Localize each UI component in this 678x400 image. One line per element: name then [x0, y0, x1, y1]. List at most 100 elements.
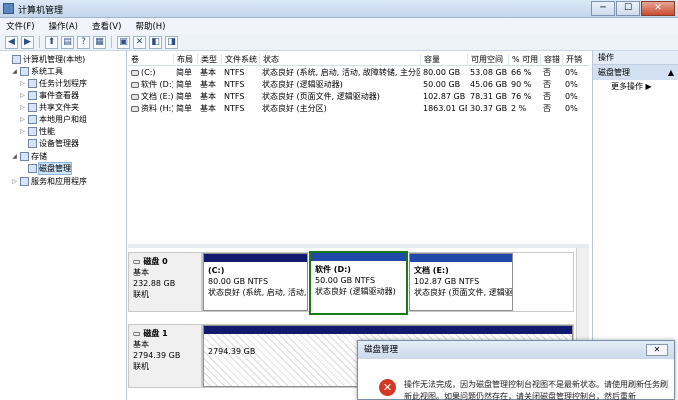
- help-icon[interactable]: ?: [77, 35, 90, 49]
- column-free-space[interactable]: 可用空间: [467, 54, 508, 66]
- layout-cell: 简单: [176, 104, 192, 113]
- clock-icon: [28, 79, 37, 88]
- tree-item-storage[interactable]: ◢ 存储: [11, 151, 47, 162]
- menu-help[interactable]: 帮助(H): [135, 20, 165, 32]
- refresh-icon[interactable]: ▦: [93, 35, 106, 49]
- menu-view[interactable]: 查看(V): [92, 20, 121, 32]
- disk-type: 基本: [133, 268, 149, 277]
- volume-name: 文档 (E:): [141, 92, 173, 101]
- free-space-cell: 78.31 GB: [470, 92, 508, 101]
- expand-icon[interactable]: ▷: [19, 78, 26, 89]
- column-filesystem[interactable]: 文件系统: [221, 54, 259, 66]
- menu-bar: 文件(F) 操作(A) 查看(V) 帮助(H): [0, 18, 678, 34]
- drive-icon: [131, 69, 139, 76]
- partition-label: (C:): [208, 266, 225, 275]
- column-volume[interactable]: 卷: [128, 54, 173, 66]
- properties-icon[interactable]: ▣: [117, 35, 130, 49]
- disk-name: 磁盘 0: [143, 257, 168, 266]
- close-button[interactable]: ✕: [641, 1, 675, 16]
- disk-1-info[interactable]: ▭ 磁盘 1 基本 2794.39 GB 联机: [128, 324, 202, 388]
- overhead-cell: 0%: [565, 80, 578, 89]
- menu-file[interactable]: 文件(F): [6, 20, 35, 32]
- tree-item-label: 存储: [31, 152, 47, 161]
- tree-item-label: 本地用户和组: [39, 115, 87, 124]
- disk-0-info[interactable]: ▭ 磁盘 0 基本 232.88 GB 联机: [128, 252, 202, 312]
- minimize-button[interactable]: ─: [591, 1, 615, 16]
- maximize-button[interactable]: ☐: [616, 1, 640, 16]
- collapse-icon[interactable]: ◢: [11, 151, 18, 162]
- tree-item-disk-management[interactable]: 磁盘管理: [19, 162, 72, 175]
- expand-icon[interactable]: ▷: [19, 102, 26, 113]
- column-type[interactable]: 类型: [197, 54, 221, 66]
- overhead-cell: 0%: [565, 104, 578, 113]
- collapse-icon[interactable]: ◢: [11, 66, 18, 77]
- expand-icon[interactable]: ▷: [19, 114, 26, 125]
- expand-icon[interactable]: ▷: [11, 176, 18, 187]
- filesystem-cell: NTFS: [224, 80, 245, 89]
- column-layout[interactable]: 布局: [173, 54, 197, 66]
- partition-c[interactable]: (C:) 80.00 GB NTFS 状态良好 (系统, 启动, 活动,: [203, 253, 308, 311]
- partition-size: 50.00 GB NTFS: [315, 276, 376, 285]
- tree-item-services-apps[interactable]: ▷ 服务和应用程序: [11, 176, 87, 187]
- disk-status: 联机: [133, 290, 149, 299]
- tree-item-event-viewer[interactable]: ▷ 事件查看器: [19, 90, 79, 101]
- expand-icon[interactable]: ▷: [19, 126, 26, 137]
- show-tree-icon[interactable]: ▤: [61, 35, 74, 49]
- back-arrow-icon[interactable]: ◀: [5, 35, 18, 49]
- toolbar-divider: [39, 36, 40, 48]
- volume-list: 卷 布局 类型 文件系统 状态 容量 可用空间 % 可用 容错 开销 (C:) …: [128, 51, 589, 244]
- column-overhead[interactable]: 开销: [562, 54, 589, 66]
- tree-item-local-users[interactable]: ▷ 本地用户和组: [19, 114, 87, 125]
- tree-item-shared-folders[interactable]: ▷ 共享文件夹: [19, 102, 79, 113]
- tree-item-performance[interactable]: ▷ 性能: [19, 126, 55, 137]
- tree-item-label: 磁盘管理: [38, 162, 72, 175]
- tree-item-label: 事件查看器: [39, 91, 79, 100]
- tree-item-computer-management[interactable]: 计算机管理(本地): [3, 54, 85, 65]
- actions-section-disk-management[interactable]: 磁盘管理 ▲: [593, 65, 678, 80]
- table-row[interactable]: 文档 (E:) 简单 基本 NTFS 状态良好 (页面文件, 逻辑驱动器) 10…: [128, 91, 589, 103]
- more-actions-item[interactable]: 更多操作 ▶: [593, 80, 678, 94]
- tree-item-task-scheduler[interactable]: ▷ 任务计划程序: [19, 78, 87, 89]
- actions-section-label: 磁盘管理: [598, 68, 630, 77]
- more-actions-arrow-icon: ▶: [645, 82, 652, 91]
- column-status[interactable]: 状态: [259, 54, 420, 66]
- column-capacity[interactable]: 容量: [420, 54, 467, 66]
- toolbar-divider: [111, 36, 112, 48]
- forward-arrow-icon[interactable]: ▶: [21, 35, 34, 49]
- column-fault-tolerance[interactable]: 容错: [540, 54, 562, 66]
- type-cell: 基本: [200, 92, 216, 101]
- menu-action[interactable]: 操作(A): [49, 20, 78, 32]
- capacity-cell: 102.87 GB: [423, 92, 466, 101]
- free-space-cell: 53.08 GB: [470, 68, 508, 77]
- disk-status: 联机: [133, 362, 149, 371]
- format-icon[interactable]: ◨: [165, 35, 178, 49]
- table-row[interactable]: (C:) 简单 基本 NTFS 状态良好 (系统, 启动, 活动, 故障转储, …: [128, 67, 589, 79]
- tree-item-device-manager[interactable]: 设备管理器: [19, 138, 79, 149]
- disk-name: 磁盘 1: [143, 329, 168, 338]
- dialog-close-button[interactable]: ✕: [646, 344, 668, 356]
- collapse-arrow-icon[interactable]: ▲: [668, 65, 674, 80]
- status-cell: 状态良好 (系统, 启动, 活动, 故障转储, 主分区): [262, 68, 420, 77]
- delete-icon[interactable]: ✕: [133, 35, 146, 49]
- status-cell: 状态良好 (主分区): [262, 104, 327, 113]
- volume-name: 软件 (D:): [141, 80, 173, 89]
- disk-0-partitions: (C:) 80.00 GB NTFS 状态良好 (系统, 启动, 活动, 软件 …: [202, 251, 574, 315]
- percent-free-cell: 2 %: [511, 104, 527, 113]
- disk-type: 基本: [133, 340, 149, 349]
- disk-icon[interactable]: ◧: [149, 35, 162, 49]
- column-percent-free[interactable]: % 可用: [508, 54, 540, 66]
- capacity-cell: 50.00 GB: [423, 80, 461, 89]
- table-row[interactable]: 资料 (H:) 简单 基本 NTFS 状态良好 (主分区) 1863.01 GB…: [128, 103, 589, 115]
- expand-icon[interactable]: ▷: [19, 90, 26, 101]
- table-row[interactable]: 软件 (D:) 简单 基本 NTFS 状态良好 (逻辑驱动器) 50.00 GB…: [128, 79, 589, 91]
- partition-e[interactable]: 文档 (E:) 102.87 GB NTFS 状态良好 (页面文件, 逻辑驱: [409, 253, 513, 311]
- drive-icon: [131, 105, 139, 112]
- computer-management-icon: [3, 3, 14, 14]
- fault-tolerance-cell: 否: [543, 92, 551, 101]
- partition-bar: [410, 254, 512, 262]
- tree-item-system-tools[interactable]: ◢ 系统工具: [11, 66, 63, 77]
- overhead-cell: 0%: [565, 92, 578, 101]
- up-folder-icon[interactable]: ⬆: [45, 35, 58, 49]
- partition-d[interactable]: 软件 (D:) 50.00 GB NTFS 状态良好 (逻辑驱动器): [309, 251, 408, 315]
- layout-cell: 简单: [176, 80, 192, 89]
